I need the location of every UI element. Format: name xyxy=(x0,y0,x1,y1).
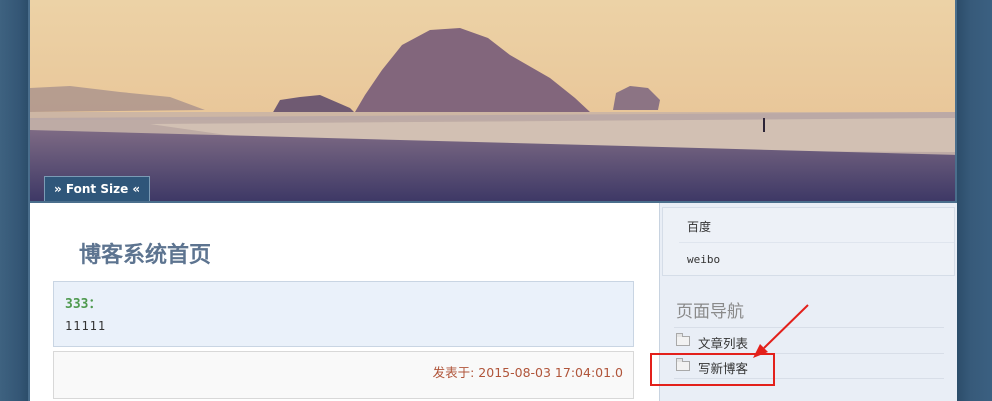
beach-landscape-image xyxy=(30,0,955,201)
post-date: 发表于: 2015-08-03 17:04:01.0 xyxy=(432,365,623,380)
nav-item-label: 文章列表 xyxy=(698,336,749,351)
page-title: 博客系统首页 xyxy=(79,242,212,268)
link-baidu[interactable]: 百度 xyxy=(687,218,711,235)
annotation-highlight-box xyxy=(650,353,775,386)
nav-item-article-list[interactable]: 文章列表 xyxy=(674,327,944,354)
links-panel: 百度 weibo xyxy=(662,207,955,276)
post-card: 333： 11111 xyxy=(53,281,634,347)
page-border-left xyxy=(0,0,28,401)
header-banner: » Font Size « xyxy=(28,0,957,203)
main-content: 博客系统首页 333： 11111 发表于: 2015-08-03 17:04:… xyxy=(28,203,659,401)
link-weibo[interactable]: weibo xyxy=(687,253,720,266)
page-border-right xyxy=(957,0,992,401)
font-size-toggle[interactable]: » Font Size « xyxy=(44,176,151,201)
post-meta: 发表于: 2015-08-03 17:04:01.0 xyxy=(53,351,634,399)
post-title[interactable]: 333： xyxy=(65,293,101,312)
link-divider xyxy=(679,242,954,243)
post-body: 11111 xyxy=(65,319,107,333)
folder-icon xyxy=(676,333,690,346)
nav-heading: 页面导航 xyxy=(676,302,744,322)
